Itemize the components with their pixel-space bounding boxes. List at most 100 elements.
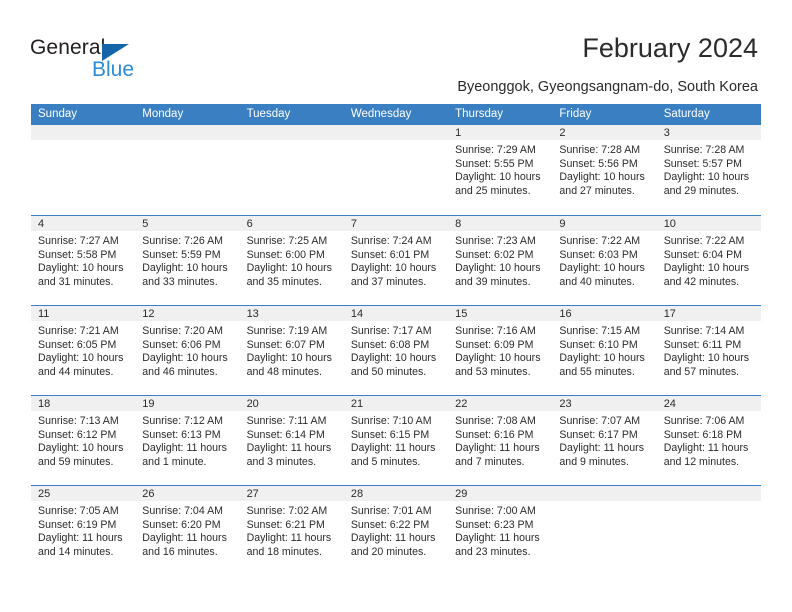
calendar-week-row: 4 Sunrise: 7:27 AM Sunset: 5:58 PM Daylight… bbox=[31, 215, 761, 305]
day-number-band: 26 bbox=[135, 486, 240, 501]
daylight-text: Daylight: 10 hours and 25 minutes. bbox=[455, 171, 541, 197]
calendar-day-cell-empty bbox=[239, 125, 344, 215]
day-number-band: 27 bbox=[239, 486, 344, 501]
calendar-day-cell[interactable]: 28 Sunrise: 7:01 AM Sunset: 6:22 PM Dayligh… bbox=[343, 486, 449, 575]
page-header: General Blue February 2024 Byeonggok, Gy… bbox=[0, 0, 792, 104]
day-number: 28 bbox=[350, 488, 364, 500]
sunset-text: Sunset: 6:11 PM bbox=[663, 338, 742, 351]
calendar-day-cell[interactable]: 4 Sunrise: 7:27 AM Sunset: 5:58 PM Daylight… bbox=[31, 216, 136, 305]
calendar-day-cell[interactable]: 15 Sunrise: 7:16 AM Sunset: 6:09 PM Dayligh… bbox=[448, 306, 553, 395]
page-subtitle: Byeonggok, Gyeongsangnam-do, South Korea bbox=[457, 79, 758, 95]
day-number-band: 12 bbox=[135, 306, 240, 321]
day-details: Sunrise: 7:22 AM Sunset: 6:03 PM Daylight:… bbox=[552, 231, 656, 289]
daylight-text: Daylight: 11 hours and 1 minute. bbox=[142, 442, 227, 468]
day-number-band bbox=[31, 125, 136, 140]
calendar-day-cell[interactable]: 6 Sunrise: 7:25 AM Sunset: 6:00 PM Daylight… bbox=[239, 216, 344, 305]
day-details: Sunrise: 7:22 AM Sunset: 6:04 PM Daylight:… bbox=[657, 231, 761, 289]
day-details: Sunrise: 7:14 AM Sunset: 6:11 PM Daylight:… bbox=[657, 321, 761, 379]
day-details: Sunrise: 7:28 AM Sunset: 5:56 PM Daylight:… bbox=[552, 140, 656, 198]
day-details: Sunrise: 7:23 AM Sunset: 6:02 PM Daylight:… bbox=[448, 231, 552, 289]
day-number: 11 bbox=[38, 308, 50, 320]
calendar-day-cell[interactable]: 5 Sunrise: 7:26 AM Sunset: 5:59 PM Daylight… bbox=[135, 216, 240, 305]
day-number-band: 11 bbox=[31, 306, 136, 321]
calendar-week-row: 18 Sunrise: 7:13 AM Sunset: 6:12 PM Dayligh… bbox=[31, 395, 761, 485]
sunset-text: Sunset: 6:02 PM bbox=[455, 248, 534, 261]
sunrise-text: Sunrise: 7:14 AM bbox=[663, 325, 745, 337]
day-number-band bbox=[552, 486, 657, 501]
calendar-day-cell[interactable]: 13 Sunrise: 7:19 AM Sunset: 6:07 PM Dayligh… bbox=[239, 306, 344, 395]
calendar-day-cell[interactable]: 2 Sunrise: 7:28 AM Sunset: 5:56 PM Daylight… bbox=[552, 125, 657, 215]
sunrise-text: Sunrise: 7:22 AM bbox=[663, 235, 745, 247]
sunset-text: Sunset: 6:07 PM bbox=[246, 338, 325, 351]
calendar-day-cell[interactable]: 14 Sunrise: 7:17 AM Sunset: 6:08 PM Dayligh… bbox=[343, 306, 449, 395]
calendar-day-cell[interactable]: 20 Sunrise: 7:11 AM Sunset: 6:14 PM Dayligh… bbox=[239, 396, 344, 485]
calendar-day-cell[interactable]: 22 Sunrise: 7:08 AM Sunset: 6:16 PM Dayligh… bbox=[448, 396, 553, 485]
weekday-header-saturday: Saturday bbox=[663, 108, 710, 120]
sunset-text: Sunset: 6:04 PM bbox=[663, 248, 743, 261]
calendar-day-cell[interactable]: 11 Sunrise: 7:21 AM Sunset: 6:05 PM Dayligh… bbox=[31, 306, 136, 395]
day-details: Sunrise: 7:16 AM Sunset: 6:09 PM Daylight:… bbox=[448, 321, 552, 379]
day-number-band: 10 bbox=[656, 216, 761, 231]
day-number: 1 bbox=[455, 127, 462, 139]
daylight-text: Daylight: 10 hours and 39 minutes. bbox=[455, 262, 541, 288]
sunrise-text: Sunrise: 7:23 AM bbox=[455, 235, 536, 247]
day-number: 16 bbox=[559, 308, 572, 320]
day-number: 29 bbox=[455, 488, 468, 500]
calendar-day-cell[interactable]: 26 Sunrise: 7:04 AM Sunset: 6:20 PM Dayligh… bbox=[135, 486, 240, 575]
calendar-day-cell[interactable]: 21 Sunrise: 7:10 AM Sunset: 6:15 PM Dayligh… bbox=[343, 396, 449, 485]
calendar-day-cell[interactable]: 19 Sunrise: 7:12 AM Sunset: 6:13 PM Dayligh… bbox=[135, 396, 240, 485]
day-number: 26 bbox=[142, 488, 155, 500]
day-number-band: 21 bbox=[343, 396, 449, 411]
day-number: 9 bbox=[559, 218, 566, 230]
calendar-day-cell[interactable]: 29 Sunrise: 7:00 AM Sunset: 6:23 PM Dayligh… bbox=[448, 486, 553, 575]
day-number: 12 bbox=[142, 308, 155, 320]
sunset-text: Sunset: 5:59 PM bbox=[142, 248, 221, 261]
calendar-day-cell[interactable]: 10 Sunrise: 7:22 AM Sunset: 6:04 PM Dayligh… bbox=[656, 216, 761, 305]
calendar-day-cell[interactable]: 7 Sunrise: 7:24 AM Sunset: 6:01 PM Daylight… bbox=[343, 216, 449, 305]
sunset-text: Sunset: 6:20 PM bbox=[142, 518, 221, 531]
calendar-day-cell[interactable]: 12 Sunrise: 7:20 AM Sunset: 6:06 PM Dayligh… bbox=[135, 306, 240, 395]
page-title: February 2024 bbox=[582, 33, 758, 63]
sunset-text: Sunset: 6:08 PM bbox=[350, 338, 430, 351]
calendar-day-cell[interactable]: 1 Sunrise: 7:29 AM Sunset: 5:55 PM Daylight… bbox=[448, 125, 553, 215]
calendar-day-cell-empty bbox=[343, 125, 449, 215]
sunset-text: Sunset: 6:12 PM bbox=[38, 428, 117, 441]
day-number: 17 bbox=[663, 308, 676, 320]
sunset-text: Sunset: 6:10 PM bbox=[559, 338, 638, 351]
calendar-day-cell[interactable]: 3 Sunrise: 7:28 AM Sunset: 5:57 PM Daylight… bbox=[656, 125, 761, 215]
calendar-day-cell[interactable]: 17 Sunrise: 7:14 AM Sunset: 6:11 PM Dayligh… bbox=[656, 306, 761, 395]
calendar-day-cell[interactable]: 18 Sunrise: 7:13 AM Sunset: 6:12 PM Dayligh… bbox=[31, 396, 136, 485]
daylight-text: Daylight: 11 hours and 7 minutes. bbox=[455, 442, 540, 468]
sunset-text: Sunset: 6:03 PM bbox=[559, 248, 638, 261]
calendar-day-cell-empty bbox=[135, 125, 240, 215]
day-number: 4 bbox=[38, 218, 45, 230]
day-number-band: 22 bbox=[448, 396, 553, 411]
day-details: Sunrise: 7:01 AM Sunset: 6:22 PM Daylight:… bbox=[344, 501, 448, 559]
daylight-text: Daylight: 10 hours and 46 minutes. bbox=[142, 352, 228, 378]
day-number-band: 16 bbox=[552, 306, 657, 321]
calendar-day-cell[interactable]: 23 Sunrise: 7:07 AM Sunset: 6:17 PM Dayligh… bbox=[552, 396, 657, 485]
calendar-day-cell[interactable]: 25 Sunrise: 7:05 AM Sunset: 6:19 PM Dayligh… bbox=[31, 486, 136, 575]
day-details: Sunrise: 7:19 AM Sunset: 6:07 PM Daylight:… bbox=[240, 321, 344, 379]
logo-text-blue: Blue bbox=[92, 58, 135, 81]
sunrise-text: Sunrise: 7:05 AM bbox=[38, 505, 119, 517]
sunset-text: Sunset: 6:16 PM bbox=[455, 428, 534, 441]
weekday-header-monday: Monday bbox=[142, 108, 184, 120]
sunset-text: Sunset: 6:09 PM bbox=[455, 338, 534, 351]
calendar-day-cell[interactable]: 8 Sunrise: 7:23 AM Sunset: 6:02 PM Daylight… bbox=[448, 216, 553, 305]
calendar-page: General Blue February 2024 Byeonggok, Gy… bbox=[0, 0, 792, 612]
day-number: 13 bbox=[246, 308, 259, 320]
day-number-band: 19 bbox=[135, 396, 240, 411]
day-number-band: 24 bbox=[656, 396, 761, 411]
day-details: Sunrise: 7:17 AM Sunset: 6:08 PM Daylight:… bbox=[344, 321, 448, 379]
calendar-day-cell[interactable]: 24 Sunrise: 7:06 AM Sunset: 6:18 PM Dayligh… bbox=[656, 396, 761, 485]
calendar-day-cell[interactable]: 9 Sunrise: 7:22 AM Sunset: 6:03 PM Daylight… bbox=[552, 216, 657, 305]
sunset-text: Sunset: 5:55 PM bbox=[455, 157, 534, 170]
calendar-day-cell[interactable]: 16 Sunrise: 7:15 AM Sunset: 6:10 PM Dayligh… bbox=[552, 306, 657, 395]
daylight-text: Daylight: 10 hours and 53 minutes. bbox=[455, 352, 541, 378]
calendar-day-cell[interactable]: 27 Sunrise: 7:02 AM Sunset: 6:21 PM Dayligh… bbox=[239, 486, 344, 575]
day-number: 3 bbox=[663, 127, 670, 139]
general-blue-logo[interactable]: General Blue bbox=[30, 36, 180, 84]
sunrise-text: Sunrise: 7:21 AM bbox=[38, 325, 119, 337]
day-details: Sunrise: 7:15 AM Sunset: 6:10 PM Daylight:… bbox=[552, 321, 656, 379]
